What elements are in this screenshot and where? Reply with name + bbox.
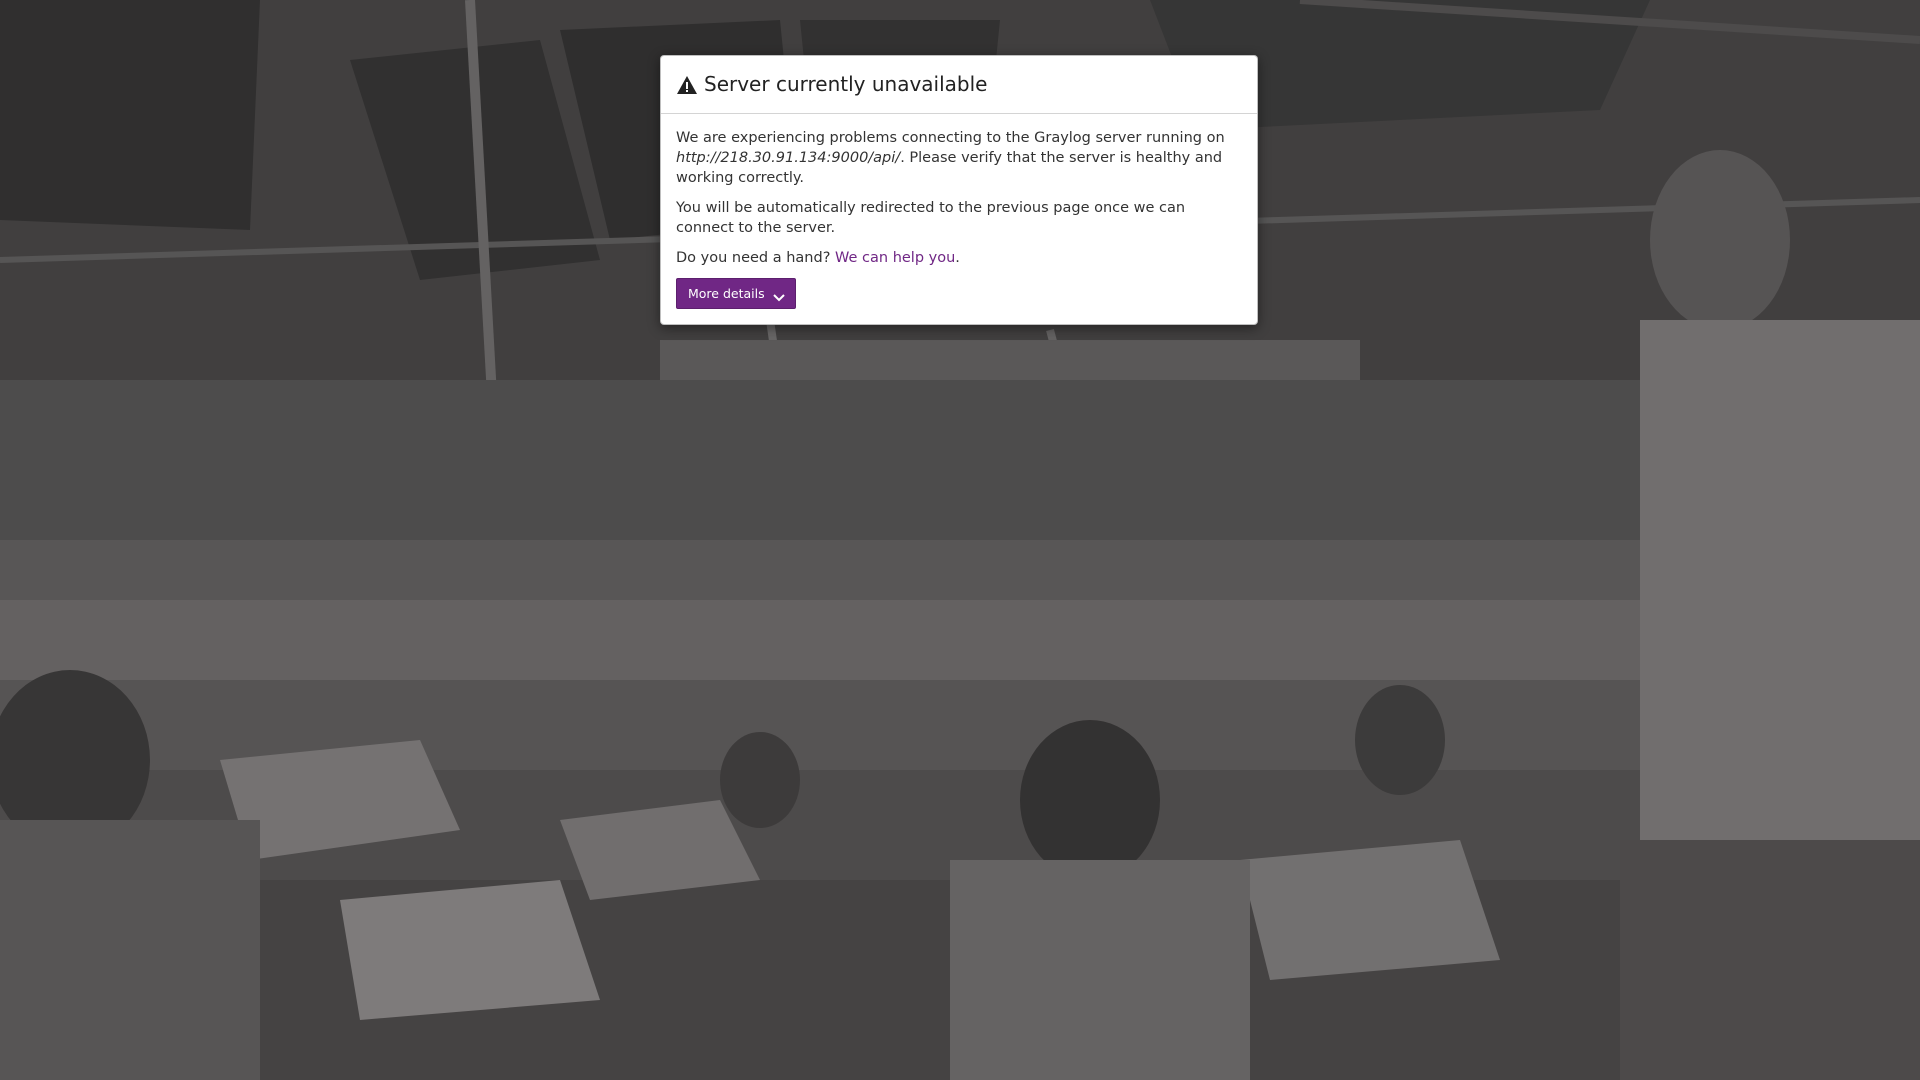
help-suffix: . — [955, 250, 960, 266]
more-details-button[interactable]: More details — [676, 278, 796, 309]
server-unavailable-dialog: Server currently unavailable We are expe… — [660, 55, 1258, 325]
redirect-message: You will be automatically redirected to … — [676, 200, 1186, 236]
chevron-down-icon — [772, 290, 785, 301]
dialog-title: Server currently unavailable — [676, 70, 987, 98]
help-link[interactable]: We can help you — [835, 250, 955, 266]
dialog-header: Server currently unavailable — [661, 56, 1257, 114]
message-prefix: We are experiencing problems connecting … — [676, 130, 1225, 146]
dialog-title-text: Server currently unavailable — [704, 72, 988, 96]
help-line: Do you need a hand? We can help you. — [676, 248, 1242, 268]
help-prefix: Do you need a hand? — [676, 250, 836, 266]
connection-problem-message: We are experiencing problems connecting … — [676, 128, 1242, 188]
warning-triangle-icon — [676, 74, 698, 94]
dialog-body: We are experiencing problems connecting … — [661, 114, 1257, 321]
more-details-label: More details — [688, 286, 765, 301]
server-url: http://218.30.91.134:9000/api/ — [676, 150, 901, 166]
